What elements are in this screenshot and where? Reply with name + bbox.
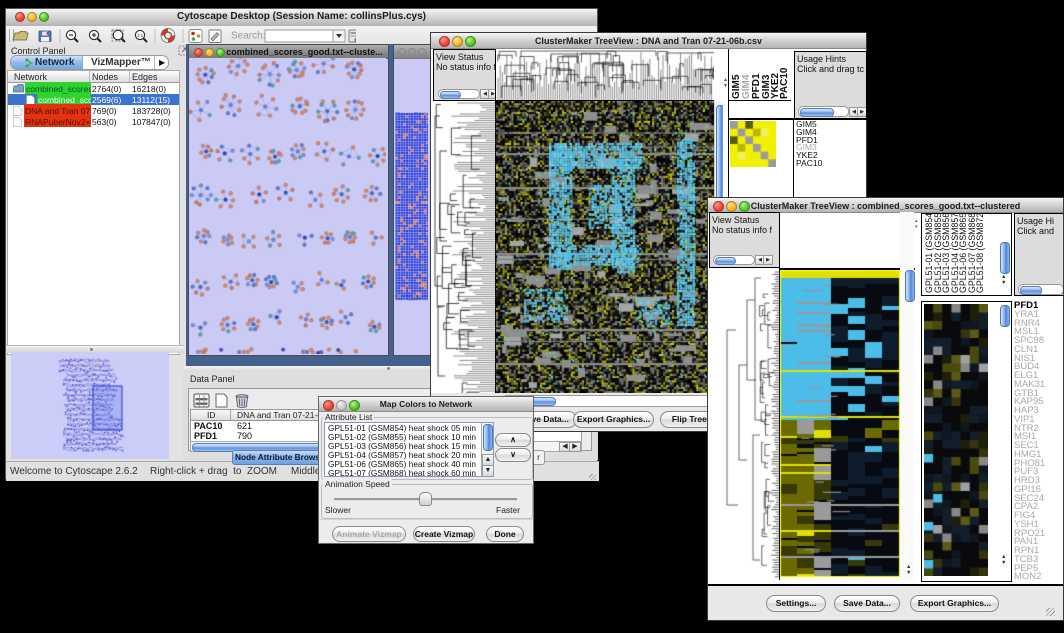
svg-text:1:1: 1:1 [137,33,144,38]
svg-text:Search:: Search: [231,31,265,42]
